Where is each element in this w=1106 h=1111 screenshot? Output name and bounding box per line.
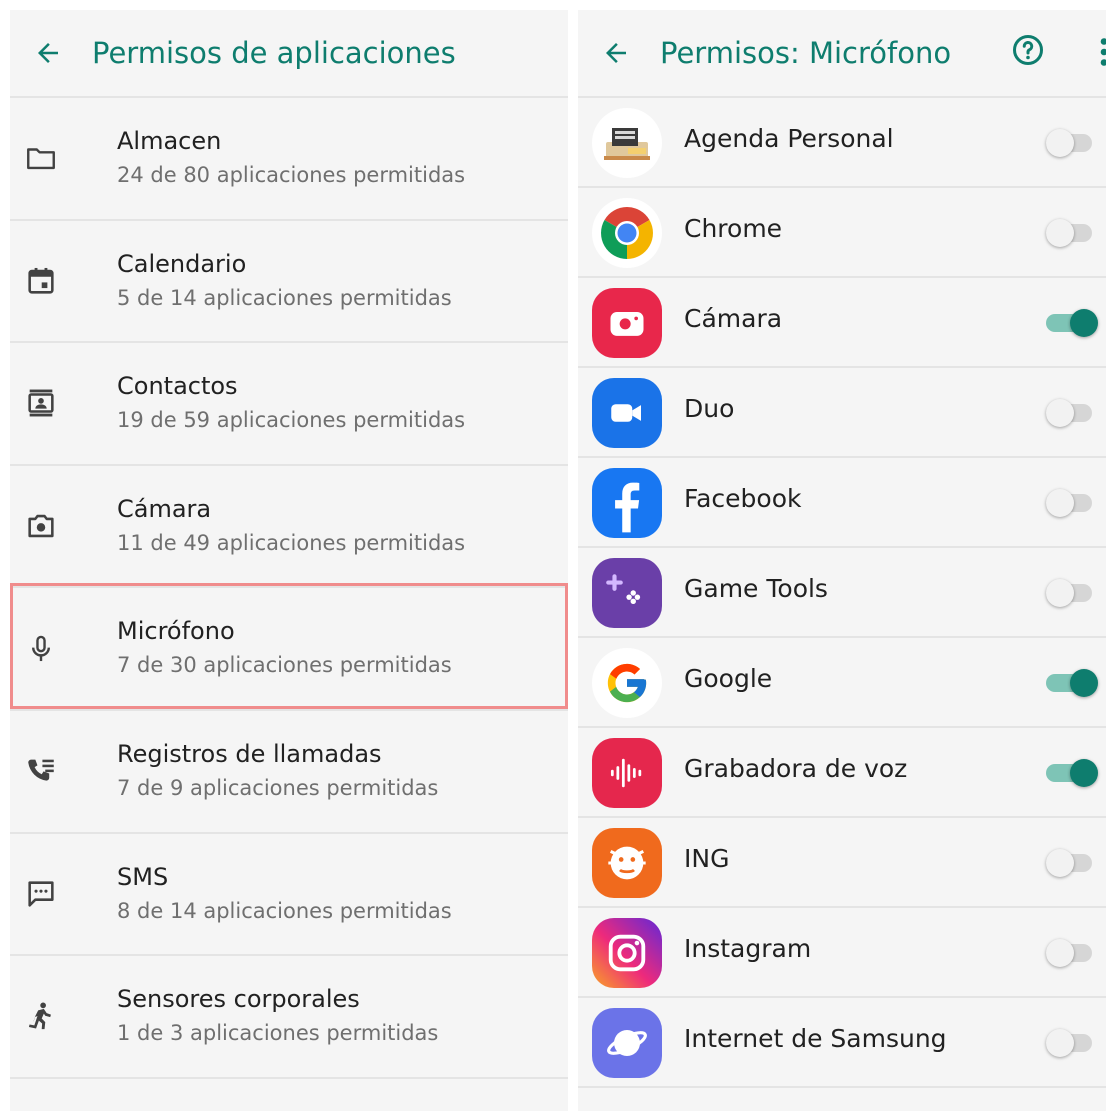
- app-row-samsung-internet[interactable]: Internet de Samsung: [578, 998, 1106, 1088]
- app-row-ing[interactable]: ING: [578, 818, 1106, 908]
- app-row-instagram[interactable]: Instagram: [578, 908, 1106, 998]
- app-row-voice-recorder[interactable]: Grabadora de voz: [578, 728, 1106, 818]
- permission-item-camera[interactable]: Cámara 11 de 49 aplicaciones permitidas: [10, 466, 568, 589]
- permission-item-body-sensors[interactable]: Sensores corporales 1 de 3 aplicaciones …: [10, 956, 568, 1079]
- permission-title: Sensores corporales: [117, 985, 360, 1014]
- app-name: Grabadora de voz: [684, 754, 908, 783]
- permission-title: Micrófono: [117, 617, 235, 646]
- app-name: Cámara: [684, 304, 783, 333]
- camera-app-icon: [592, 288, 662, 358]
- permission-item-call-logs[interactable]: Registros de llamadas 7 de 9 aplicacione…: [10, 711, 568, 834]
- page-title: Permisos: Micrófono: [660, 36, 952, 70]
- help-button[interactable]: [1010, 32, 1046, 68]
- camera-icon: [24, 509, 58, 543]
- app-name: Internet de Samsung: [684, 1024, 947, 1053]
- voice-recorder-icon: [592, 738, 662, 808]
- permission-title: Cámara: [117, 494, 212, 523]
- app-row-camera[interactable]: Cámara: [578, 278, 1106, 368]
- permission-toggle[interactable]: [1046, 669, 1098, 697]
- app-name: Duo: [684, 394, 735, 423]
- back-button[interactable]: [30, 35, 66, 71]
- permission-title: Contactos: [117, 372, 238, 401]
- app-row-duo[interactable]: Duo: [578, 368, 1106, 458]
- permission-item-storage[interactable]: Almacen 24 de 80 aplicaciones permitidas: [10, 98, 568, 221]
- google-icon: [592, 648, 662, 718]
- permission-count: 8 de 14 aplicaciones permitidas: [117, 898, 452, 923]
- permission-item-contacts[interactable]: Contactos 19 de 59 aplicaciones permitid…: [10, 343, 568, 466]
- app-row-chrome[interactable]: Chrome: [578, 188, 1106, 278]
- chrome-icon: [592, 198, 662, 268]
- permission-toggle[interactable]: [1046, 1029, 1096, 1057]
- app-name: Chrome: [684, 214, 783, 243]
- permission-toggle[interactable]: [1046, 849, 1096, 877]
- instagram-icon: [592, 918, 662, 988]
- microphone-icon: [24, 632, 58, 666]
- app-bar: Permisos de aplicaciones: [10, 10, 568, 98]
- permission-toggle[interactable]: [1046, 309, 1098, 337]
- help-icon: [1013, 35, 1043, 65]
- app-row-game-tools[interactable]: Game Tools: [578, 548, 1106, 638]
- duo-icon: [592, 378, 662, 448]
- permission-item-calendar[interactable]: Calendario 5 de 14 aplicaciones permitid…: [10, 221, 568, 344]
- permission-toggle[interactable]: [1046, 399, 1096, 427]
- permission-title: Registros de llamadas: [117, 739, 382, 768]
- arrow-back-icon: [38, 43, 58, 63]
- app-name: ING: [684, 844, 730, 873]
- permission-title: SMS: [117, 862, 169, 891]
- call-log-icon: [24, 754, 58, 788]
- app-name: Agenda Personal: [684, 124, 894, 153]
- app-name: Instagram: [684, 934, 812, 963]
- permission-toggle[interactable]: [1046, 129, 1096, 157]
- samsung-internet-icon: [592, 1008, 662, 1078]
- permission-count: 19 de 59 aplicaciones permitidas: [117, 408, 466, 433]
- permission-count: 24 de 80 aplicaciones permitidas: [117, 163, 466, 187]
- arrow-back-icon: [606, 43, 626, 63]
- back-button[interactable]: [598, 35, 634, 71]
- sms-icon: [24, 877, 58, 911]
- app-permissions-panel: Permisos de aplicaciones Almacen 24 de 8…: [10, 10, 568, 1111]
- permission-count: 11 de 49 aplicaciones permitidas: [117, 530, 466, 555]
- ing-icon: [592, 828, 662, 898]
- permission-title: Calendario: [117, 249, 247, 278]
- permission-count: 7 de 9 aplicaciones permitidas: [117, 775, 439, 800]
- more-options-icon: [1100, 38, 1106, 66]
- permission-title: Almacen: [117, 127, 222, 155]
- app-name: Facebook: [684, 484, 802, 513]
- game-tools-icon: [592, 558, 662, 628]
- body-sensors-icon: [24, 999, 58, 1033]
- app-row-agenda-personal[interactable]: Agenda Personal: [578, 98, 1106, 188]
- facebook-icon: [592, 468, 662, 538]
- app-bar: Permisos: Micrófono: [578, 10, 1106, 98]
- permission-toggle[interactable]: [1046, 219, 1096, 247]
- page-title: Permisos de aplicaciones: [92, 36, 456, 70]
- permission-item-sms[interactable]: SMS 8 de 14 aplicaciones permitidas: [10, 834, 568, 957]
- contacts-icon: [24, 386, 58, 420]
- permission-toggle[interactable]: [1046, 759, 1098, 787]
- permission-item-microphone[interactable]: Micrófono 7 de 30 aplicaciones permitida…: [10, 588, 568, 711]
- permission-toggle[interactable]: [1046, 579, 1096, 607]
- app-row-facebook[interactable]: Facebook: [578, 458, 1106, 548]
- app-name: Game Tools: [684, 574, 828, 603]
- permission-count: 5 de 14 aplicaciones permitidas: [117, 285, 452, 310]
- permission-toggle[interactable]: [1046, 939, 1096, 967]
- folder-icon: [24, 141, 58, 175]
- permission-count: 7 de 30 aplicaciones permitidas: [117, 653, 452, 678]
- permission-count: 1 de 3 aplicaciones permitidas: [117, 1021, 439, 1046]
- more-options-button[interactable]: [1096, 34, 1106, 70]
- calendar-icon: [24, 264, 58, 298]
- app-row-google[interactable]: Google: [578, 638, 1106, 728]
- microphone-permissions-panel: Permisos: Micrófono Agenda Personal Chro…: [578, 10, 1106, 1111]
- permission-toggle[interactable]: [1046, 489, 1096, 517]
- agenda-personal-icon: [592, 108, 662, 178]
- app-name: Google: [684, 664, 773, 693]
